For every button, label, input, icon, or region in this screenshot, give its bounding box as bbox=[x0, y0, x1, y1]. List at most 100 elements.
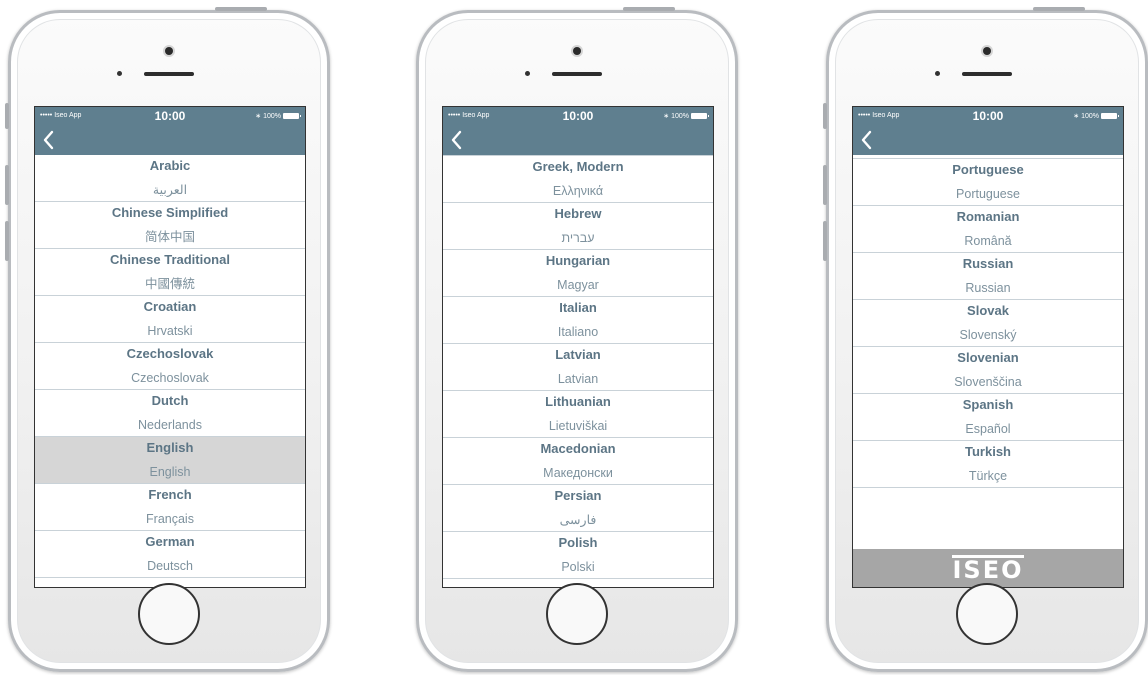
language-native-name: Slovenščina bbox=[954, 375, 1022, 389]
language-item-chinese-simplified[interactable]: Chinese Simplified 简体中国 bbox=[35, 202, 305, 249]
front-camera bbox=[165, 47, 173, 55]
chevron-left-icon bbox=[861, 130, 872, 150]
bluetooth-icon: ∗ bbox=[255, 113, 262, 120]
language-native-name: Portuguese bbox=[956, 187, 1020, 201]
language-name: Hebrew bbox=[554, 206, 602, 221]
language-item-hungarian[interactable]: Hungarian Magyar bbox=[443, 250, 713, 297]
language-native-name: עברית bbox=[561, 231, 595, 245]
language-item-latvian[interactable]: Latvian Latvian bbox=[443, 344, 713, 391]
language-name: German bbox=[145, 534, 195, 549]
language-item-persian[interactable]: Persian فارسی bbox=[443, 485, 713, 532]
chevron-left-icon bbox=[451, 130, 462, 150]
language-name: Russian bbox=[962, 256, 1014, 271]
earpiece-speaker bbox=[552, 72, 602, 76]
screen: ••••• Iseo App 10:00 ∗ 100% Arabic العرب… bbox=[34, 106, 306, 588]
phone-frame-3: ••••• Iseo App 10:00 ∗ 100% Portuguese P… bbox=[823, 7, 1148, 672]
battery-icon bbox=[283, 113, 301, 119]
navigation-bar bbox=[853, 125, 1123, 155]
language-name: Polish bbox=[558, 535, 598, 550]
bluetooth-icon: ∗ bbox=[663, 113, 670, 120]
language-native-name: 简体中国 bbox=[144, 230, 195, 244]
language-item-lithuanian[interactable]: Lithuanian Lietuviškai bbox=[443, 391, 713, 438]
language-native-name: فارسی bbox=[559, 513, 597, 527]
home-button[interactable] bbox=[138, 583, 200, 645]
bluetooth-icon: ∗ bbox=[1073, 113, 1080, 120]
language-name: Romanian bbox=[956, 209, 1020, 224]
language-item-turkish[interactable]: Turkish Türkçe bbox=[853, 441, 1123, 488]
language-name: Slovenian bbox=[957, 350, 1019, 365]
battery-percent: 100% bbox=[263, 112, 281, 120]
front-camera bbox=[983, 47, 991, 55]
language-item-romanian[interactable]: Romanian Română bbox=[853, 206, 1123, 253]
home-button[interactable] bbox=[546, 583, 608, 645]
language-item-chinese-traditional[interactable]: Chinese Traditional 中國傳統 bbox=[35, 249, 305, 296]
language-list: Greek, Modern Ελληνικά Hebrew עברית Hung… bbox=[443, 155, 713, 579]
battery-icon bbox=[691, 113, 709, 119]
power-button bbox=[623, 7, 675, 11]
iseo-logo: ISEO bbox=[952, 555, 1024, 584]
home-button[interactable] bbox=[956, 583, 1018, 645]
back-button[interactable] bbox=[447, 127, 469, 153]
language-name: Italian bbox=[559, 300, 597, 315]
language-list: Portuguese Portuguese Romanian Română Ru… bbox=[853, 158, 1123, 488]
battery-percent: 100% bbox=[1081, 112, 1099, 120]
battery-icon bbox=[1101, 113, 1119, 119]
language-name: Chinese Traditional bbox=[110, 252, 230, 267]
navigation-bar bbox=[443, 125, 713, 155]
language-item-czechoslovak[interactable]: Czechoslovak Czechoslovak bbox=[35, 343, 305, 390]
language-item-hebrew[interactable]: Hebrew עברית bbox=[443, 203, 713, 250]
language-native-name: Türkçe bbox=[968, 469, 1008, 483]
language-item-german[interactable]: German Deutsch bbox=[35, 531, 305, 578]
volume-down-button bbox=[823, 221, 827, 261]
brand-footer: ISEO bbox=[853, 549, 1123, 587]
battery-percent: 100% bbox=[671, 112, 689, 120]
language-item-english[interactable]: English English bbox=[35, 437, 305, 484]
back-button[interactable] bbox=[39, 127, 61, 153]
language-item-dutch[interactable]: Dutch Nederlands bbox=[35, 390, 305, 437]
language-native-name: Italiano bbox=[557, 325, 599, 339]
earpiece-speaker bbox=[962, 72, 1012, 76]
language-item-macedonian[interactable]: Macedonian Македонски bbox=[443, 438, 713, 485]
language-name: Hungarian bbox=[545, 253, 611, 268]
back-button[interactable] bbox=[857, 127, 879, 153]
language-name: Turkish bbox=[965, 444, 1011, 459]
front-camera bbox=[573, 47, 581, 55]
language-item-arabic[interactable]: Arabic العربية bbox=[35, 155, 305, 202]
language-item-portuguese[interactable]: Portuguese Portuguese bbox=[853, 158, 1123, 206]
language-native-name: Slovenský bbox=[959, 328, 1017, 342]
language-native-name: Română bbox=[964, 234, 1012, 248]
language-name: Spanish bbox=[962, 397, 1014, 412]
status-bar: ••••• Iseo App 10:00 ∗ 100% bbox=[443, 107, 713, 125]
language-item-polish[interactable]: Polish Polski bbox=[443, 532, 713, 579]
screen: ••••• Iseo App 10:00 ∗ 100% Greek, Moder… bbox=[442, 106, 714, 588]
language-list: Arabic العربية Chinese Simplified 简体中国 C… bbox=[35, 155, 305, 578]
language-native-name: Czechoslovak bbox=[131, 371, 209, 385]
mute-switch bbox=[5, 103, 9, 129]
language-name: Chinese Simplified bbox=[111, 205, 229, 220]
language-native-name: العربية bbox=[152, 183, 188, 197]
phone-frame-1: ••••• Iseo App 10:00 ∗ 100% Arabic العرب… bbox=[5, 7, 330, 672]
battery-indicator: ∗ 100% bbox=[1073, 112, 1119, 120]
proximity-sensor bbox=[117, 71, 122, 76]
language-item-italian[interactable]: Italian Italiano bbox=[443, 297, 713, 344]
language-item-spanish[interactable]: Spanish Español bbox=[853, 394, 1123, 441]
power-button bbox=[1033, 7, 1085, 11]
language-name: French bbox=[148, 487, 192, 502]
battery-indicator: ∗ 100% bbox=[255, 112, 301, 120]
volume-down-button bbox=[5, 221, 9, 261]
language-native-name: Français bbox=[146, 512, 194, 526]
language-native-name: Lietuviškai bbox=[548, 419, 608, 433]
language-native-name: Polski bbox=[561, 560, 595, 574]
volume-up-button bbox=[5, 165, 9, 205]
language-item-slovak[interactable]: Slovak Slovenský bbox=[853, 300, 1123, 347]
language-item-french[interactable]: French Français bbox=[35, 484, 305, 531]
language-name: Czechoslovak bbox=[126, 346, 214, 361]
language-item-greek-modern[interactable]: Greek, Modern Ελληνικά bbox=[443, 155, 713, 203]
language-item-russian[interactable]: Russian Russian bbox=[853, 253, 1123, 300]
language-name: Portuguese bbox=[952, 162, 1024, 177]
language-item-croatian[interactable]: Croatian Hrvatski bbox=[35, 296, 305, 343]
language-native-name: Nederlands bbox=[138, 418, 202, 432]
navigation-bar bbox=[35, 125, 305, 155]
language-item-slovenian[interactable]: Slovenian Slovenščina bbox=[853, 347, 1123, 394]
language-native-name: Македонски bbox=[543, 466, 613, 480]
